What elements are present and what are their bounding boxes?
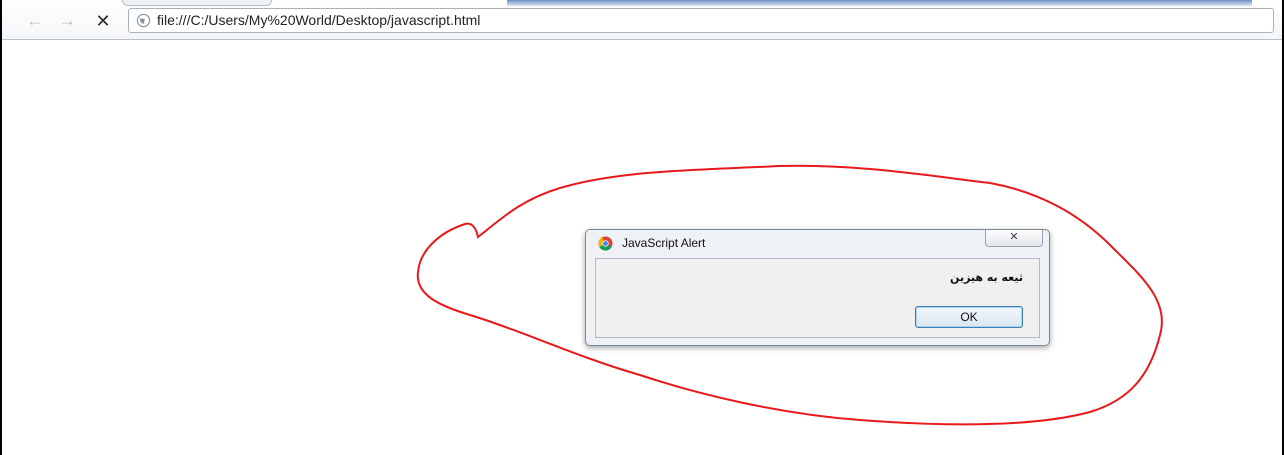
ok-button[interactable]: OK (915, 306, 1023, 328)
tab-strip (122, 0, 272, 6)
arrow-right-icon: → (58, 11, 76, 30)
close-icon: ✕ (95, 11, 111, 31)
red-circle-annotation (416, 164, 1163, 426)
stop-loading-button[interactable]: ✕ (92, 12, 114, 30)
dialog-titlebar[interactable]: JavaScript Alert ✕ (586, 230, 1049, 257)
alert-message: ثیعه به هیزین (950, 271, 1023, 284)
forward-button[interactable]: → (56, 12, 78, 30)
javascript-alert-dialog: JavaScript Alert ✕ ثیعه به هیزین OK (585, 229, 1050, 346)
globe-icon (136, 13, 151, 28)
chrome-icon (598, 236, 613, 251)
back-button[interactable]: ← (24, 12, 46, 30)
close-icon: ✕ (1009, 231, 1019, 243)
window-frame-left (0, 0, 2, 455)
dialog-close-button[interactable]: ✕ (985, 230, 1043, 247)
dialog-title: JavaScript Alert (622, 236, 706, 250)
title-bar-strip (507, 0, 1252, 6)
address-bar[interactable]: file:///C:/Users/My%20World/Desktop/java… (128, 8, 1274, 33)
browser-toolbar: ← → ✕ file:///C:/Users/My%20World/Deskto… (2, 0, 1282, 40)
arrow-left-icon: ← (26, 11, 44, 30)
address-bar-url[interactable]: file:///C:/Users/My%20World/Desktop/java… (157, 12, 480, 28)
dialog-body: ثیعه به هیزین OK (595, 258, 1040, 338)
